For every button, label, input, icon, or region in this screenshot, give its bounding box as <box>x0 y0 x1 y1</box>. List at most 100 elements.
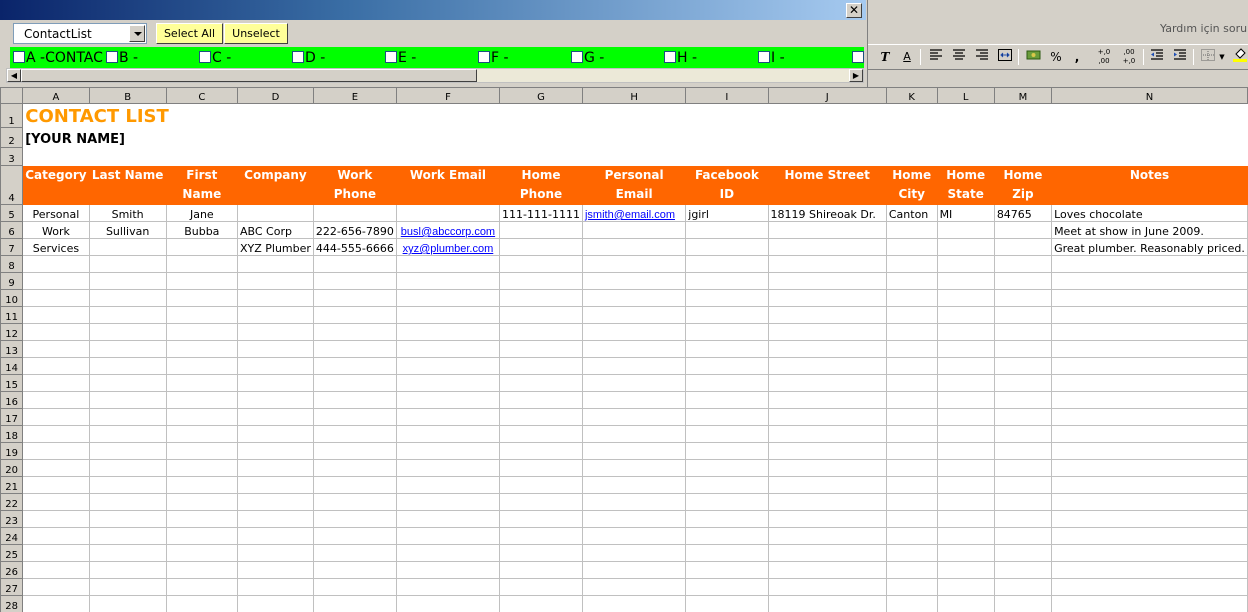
row-header[interactable]: 19 <box>0 442 24 460</box>
table-cell[interactable] <box>165 357 238 375</box>
table-cell[interactable]: ABC Corp <box>236 221 314 239</box>
table-cell[interactable] <box>312 306 397 324</box>
table-cell[interactable] <box>1051 306 1248 324</box>
table-cell[interactable] <box>165 527 238 545</box>
table-cell[interactable] <box>685 289 769 307</box>
table-cell[interactable] <box>312 272 397 290</box>
row-header[interactable]: 21 <box>0 476 24 494</box>
scroll-thumb[interactable] <box>21 69 477 82</box>
chevron-down-icon[interactable]: ▼ <box>1218 48 1226 66</box>
increase-decimal-icon[interactable]: +,0 ,00 <box>1093 48 1115 66</box>
table-cell[interactable] <box>22 391 90 409</box>
column-heading[interactable]: Personal Email <box>581 165 687 205</box>
table-cell[interactable] <box>1051 289 1248 307</box>
letter-filter-1[interactable]: A -CONTAC <box>13 50 103 66</box>
column-header[interactable]: H <box>581 87 687 104</box>
table-cell[interactable] <box>312 289 397 307</box>
table-cell[interactable]: busl@abccorp.com <box>395 221 501 239</box>
table-cell[interactable] <box>395 459 501 477</box>
table-cell[interactable] <box>236 561 314 579</box>
row-header[interactable]: 4 <box>0 165 24 205</box>
comma-style-icon[interactable]: , <box>1071 48 1083 66</box>
table-cell[interactable] <box>885 442 938 460</box>
table-cell[interactable] <box>936 561 995 579</box>
letter-filter-6[interactable]: F - <box>478 50 509 66</box>
table-cell[interactable] <box>581 493 687 511</box>
table-cell[interactable] <box>581 238 687 256</box>
table-cell[interactable]: xyz@plumber.com <box>395 238 501 256</box>
column-heading[interactable]: Work Email <box>395 165 501 205</box>
table-cell[interactable] <box>993 578 1053 596</box>
table-cell[interactable] <box>685 510 769 528</box>
table-cell[interactable] <box>88 459 167 477</box>
table-cell[interactable] <box>22 340 90 358</box>
table-cell[interactable] <box>993 595 1053 612</box>
table-cell[interactable] <box>165 544 238 562</box>
table-cell[interactable] <box>993 561 1053 579</box>
table-cell[interactable] <box>685 340 769 358</box>
table-cell[interactable]: Jane <box>165 204 238 222</box>
row-header[interactable]: 1 <box>0 103 24 128</box>
table-cell[interactable] <box>936 476 995 494</box>
table-cell[interactable] <box>885 340 938 358</box>
table-cell[interactable] <box>236 340 314 358</box>
table-cell[interactable] <box>685 323 769 341</box>
row-header[interactable]: 9 <box>0 272 24 290</box>
table-cell[interactable] <box>885 272 938 290</box>
table-cell[interactable] <box>993 527 1053 545</box>
table-cell[interactable] <box>1051 544 1248 562</box>
table-cell[interactable] <box>22 357 90 375</box>
table-cell[interactable] <box>936 408 995 426</box>
table-cell[interactable] <box>767 527 887 545</box>
table-cell[interactable] <box>88 595 167 612</box>
letter-filter-4[interactable]: D - <box>292 50 325 66</box>
letter-filter-checkbox[interactable] <box>758 51 770 63</box>
table-cell[interactable] <box>236 306 314 324</box>
table-cell[interactable] <box>395 510 501 528</box>
table-cell[interactable] <box>395 357 501 375</box>
table-cell[interactable] <box>767 374 887 392</box>
table-cell[interactable] <box>685 561 769 579</box>
row-header[interactable]: 5 <box>0 204 24 222</box>
table-cell[interactable] <box>165 510 238 528</box>
table-cell[interactable] <box>395 289 501 307</box>
table-cell[interactable] <box>88 323 167 341</box>
decrease-decimal-icon[interactable]: ,00 +,0 <box>1118 48 1140 66</box>
table-cell[interactable] <box>395 340 501 358</box>
table-cell[interactable] <box>993 340 1053 358</box>
table-cell[interactable] <box>581 255 687 273</box>
table-cell[interactable] <box>685 306 769 324</box>
table-cell[interactable]: MI <box>936 204 995 222</box>
table-cell[interactable] <box>993 493 1053 511</box>
table-cell[interactable] <box>767 442 887 460</box>
table-cell[interactable] <box>767 391 887 409</box>
row-header[interactable]: 2 <box>0 127 24 148</box>
table-cell[interactable] <box>767 493 887 511</box>
table-cell[interactable] <box>767 357 887 375</box>
table-cell[interactable] <box>581 323 687 341</box>
table-cell[interactable] <box>993 476 1053 494</box>
table-cell[interactable] <box>236 425 314 443</box>
table-cell[interactable] <box>499 510 583 528</box>
table-cell[interactable] <box>499 459 583 477</box>
table-cell[interactable] <box>312 510 397 528</box>
table-cell[interactable] <box>685 544 769 562</box>
table-cell[interactable] <box>88 357 167 375</box>
table-cell[interactable] <box>685 493 769 511</box>
table-cell[interactable] <box>165 595 238 612</box>
sheet-select[interactable]: ContactList <box>13 23 147 44</box>
table-cell[interactable] <box>312 323 397 341</box>
table-cell[interactable] <box>767 595 887 612</box>
table-cell[interactable] <box>1051 340 1248 358</box>
table-cell[interactable] <box>885 544 938 562</box>
column-heading[interactable]: Home State <box>936 165 995 205</box>
table-cell[interactable] <box>88 340 167 358</box>
table-cell[interactable] <box>685 238 769 256</box>
table-cell[interactable] <box>885 221 938 239</box>
table-cell[interactable] <box>22 476 90 494</box>
table-cell[interactable] <box>88 442 167 460</box>
table-cell[interactable] <box>236 527 314 545</box>
table-cell[interactable] <box>236 255 314 273</box>
table-cell[interactable] <box>395 476 501 494</box>
table-cell[interactable] <box>312 578 397 596</box>
